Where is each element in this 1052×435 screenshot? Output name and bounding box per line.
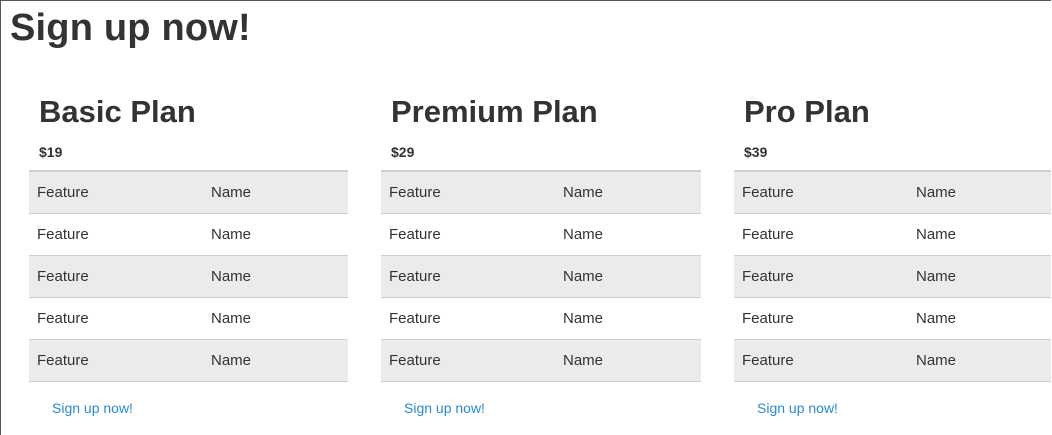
feature-value: Name bbox=[211, 268, 252, 285]
feature-label: Feature bbox=[389, 226, 441, 243]
feature-label: Feature bbox=[389, 352, 441, 369]
feature-row: Feature Name bbox=[29, 340, 348, 382]
plan-name: Pro Plan bbox=[744, 94, 870, 129]
plan-name: Premium Plan bbox=[391, 94, 598, 129]
feature-label: Feature bbox=[742, 310, 794, 327]
feature-row: Feature Name bbox=[734, 298, 1051, 340]
feature-row: Feature Name bbox=[734, 214, 1051, 256]
feature-table: Feature Name Feature Name Feature Name F… bbox=[381, 170, 701, 382]
feature-value: Name bbox=[916, 226, 957, 243]
page-title: Sign up now! bbox=[10, 7, 251, 49]
feature-row: Feature Name bbox=[29, 256, 348, 298]
feature-row: Feature Name bbox=[381, 256, 701, 298]
feature-row: Feature Name bbox=[381, 340, 701, 382]
feature-value: Name bbox=[916, 268, 957, 285]
feature-row: Feature Name bbox=[29, 298, 348, 340]
feature-label: Feature bbox=[742, 352, 794, 369]
feature-label: Feature bbox=[37, 184, 89, 201]
feature-row: Feature Name bbox=[734, 340, 1051, 382]
feature-row: Feature Name bbox=[381, 214, 701, 256]
feature-value: Name bbox=[916, 184, 957, 201]
feature-label: Feature bbox=[389, 310, 441, 327]
feature-table: Feature Name Feature Name Feature Name F… bbox=[734, 170, 1051, 382]
feature-label: Feature bbox=[389, 184, 441, 201]
plan-card-basic: Basic Plan $19 Feature Name Feature Name… bbox=[29, 92, 348, 418]
plan-card-premium: Premium Plan $29 Feature Name Feature Na… bbox=[381, 92, 701, 418]
signup-link-basic[interactable]: Sign up now! bbox=[52, 400, 133, 416]
feature-value: Name bbox=[563, 184, 604, 201]
signup-link-premium[interactable]: Sign up now! bbox=[404, 400, 485, 416]
feature-row: Feature Name bbox=[734, 256, 1051, 298]
plan-name: Basic Plan bbox=[39, 94, 196, 129]
feature-value: Name bbox=[916, 310, 957, 327]
feature-value: Name bbox=[563, 226, 604, 243]
feature-value: Name bbox=[211, 310, 252, 327]
feature-value: Name bbox=[211, 184, 252, 201]
feature-row: Feature Name bbox=[734, 172, 1051, 214]
feature-label: Feature bbox=[742, 268, 794, 285]
signup-link-pro[interactable]: Sign up now! bbox=[757, 400, 838, 416]
feature-label: Feature bbox=[37, 310, 89, 327]
feature-row: Feature Name bbox=[29, 172, 348, 214]
feature-label: Feature bbox=[37, 226, 89, 243]
feature-row: Feature Name bbox=[381, 298, 701, 340]
plan-price: $19 bbox=[39, 144, 63, 160]
feature-value: Name bbox=[563, 268, 604, 285]
plan-price: $39 bbox=[744, 144, 768, 160]
plan-price: $29 bbox=[391, 144, 415, 160]
plan-card-pro: Pro Plan $39 Feature Name Feature Name F… bbox=[734, 92, 1051, 418]
feature-value: Name bbox=[563, 352, 604, 369]
feature-row: Feature Name bbox=[29, 214, 348, 256]
feature-row: Feature Name bbox=[381, 172, 701, 214]
feature-value: Name bbox=[211, 352, 252, 369]
feature-value: Name bbox=[211, 226, 252, 243]
feature-value: Name bbox=[916, 352, 957, 369]
feature-label: Feature bbox=[37, 268, 89, 285]
feature-table: Feature Name Feature Name Feature Name F… bbox=[29, 170, 348, 382]
feature-value: Name bbox=[563, 310, 604, 327]
feature-label: Feature bbox=[742, 184, 794, 201]
feature-label: Feature bbox=[742, 226, 794, 243]
feature-label: Feature bbox=[389, 268, 441, 285]
feature-label: Feature bbox=[37, 352, 89, 369]
